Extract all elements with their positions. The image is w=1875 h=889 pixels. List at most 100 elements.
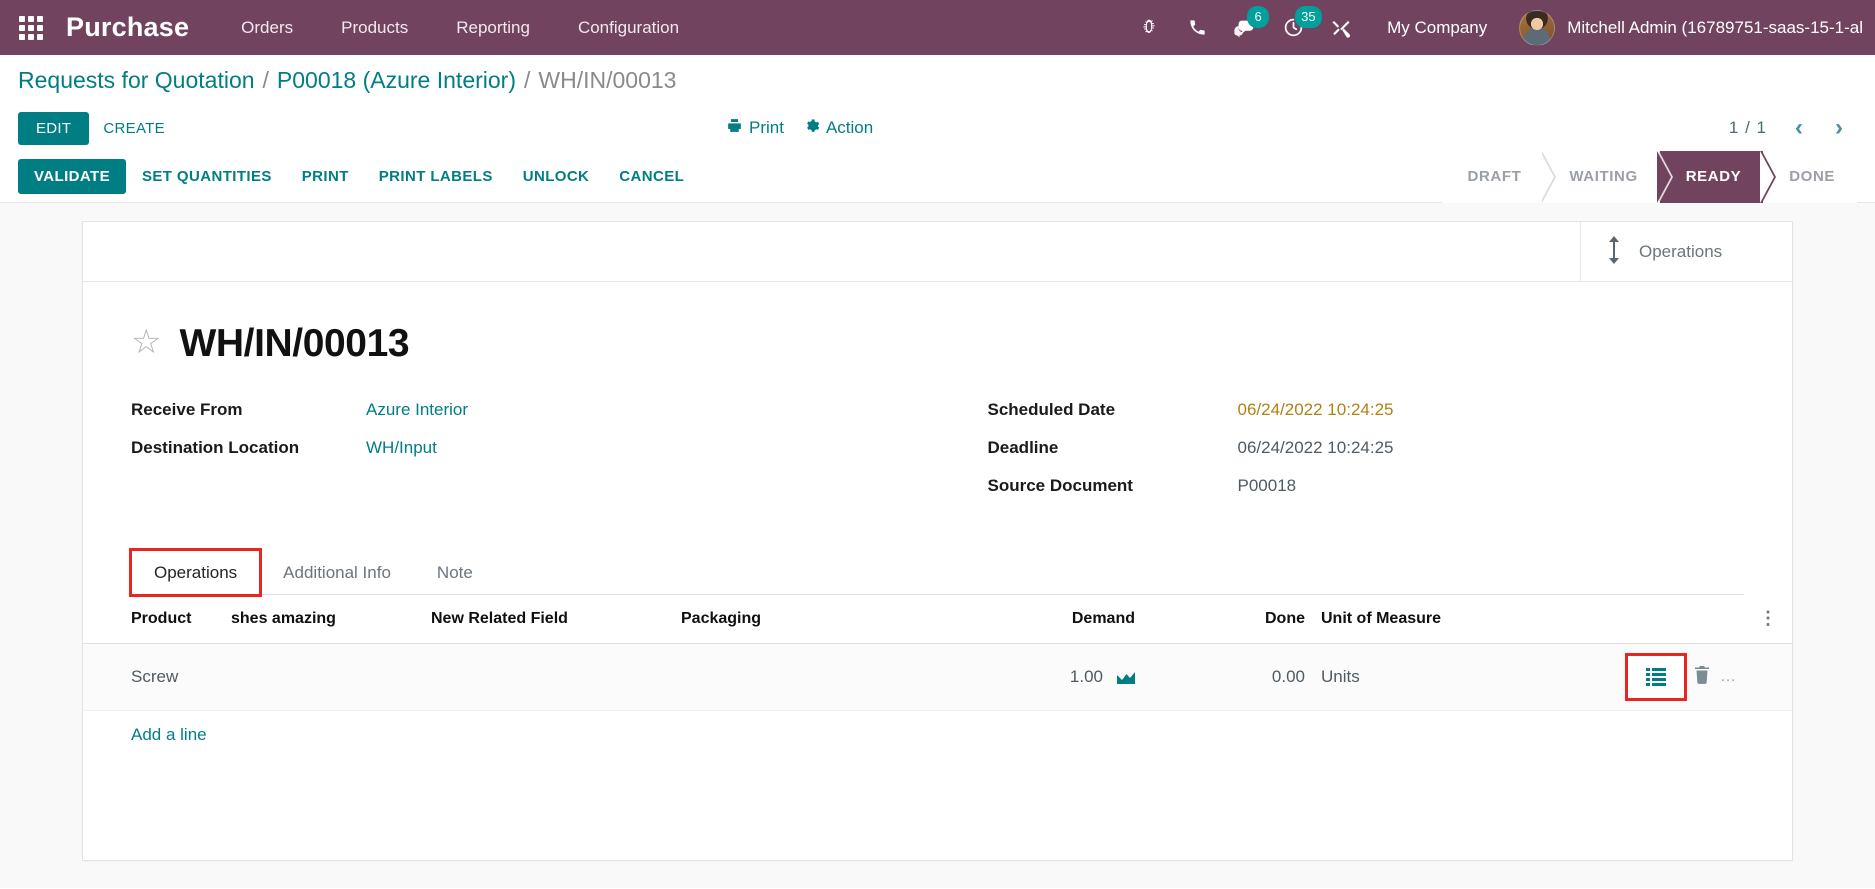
validate-button[interactable]: VALIDATE [18, 159, 126, 194]
menu-item-orders[interactable]: Orders [217, 0, 317, 55]
cell-packaging[interactable] [673, 643, 928, 711]
tab-note[interactable]: Note [414, 550, 496, 595]
print-menu[interactable]: Print [720, 113, 790, 143]
cell-demand-value: 1.00 [1069, 667, 1103, 686]
add-a-line-link[interactable]: Add a line [131, 725, 207, 744]
control-panel-actions: Print Action [720, 113, 879, 143]
column-header-new-related-field[interactable]: New Related Field [423, 595, 673, 644]
field-receive-from-value[interactable]: Azure Interior [366, 400, 468, 420]
messages-badge: 6 [1247, 6, 1270, 28]
pager: 1 / 1 ‹ › [1719, 111, 1857, 145]
form-sheet: Operations ☆ WH/IN/00013 Receive From Az… [82, 221, 1793, 861]
column-header-shes-amazing[interactable]: shes amazing [223, 595, 423, 644]
form-column-right: Scheduled Date 06/24/2022 10:24:25 Deadl… [938, 400, 1745, 514]
status-stage-done[interactable]: DONE [1760, 150, 1857, 203]
pager-next-button[interactable]: › [1821, 111, 1857, 145]
top-navbar: Purchase Orders Products Reporting Confi… [0, 0, 1875, 55]
edit-button[interactable]: EDIT [18, 111, 90, 145]
vertical-dots-icon: ⋮ [1759, 608, 1777, 628]
cell-product[interactable]: Screw [83, 643, 223, 711]
cell-shes-amazing[interactable] [223, 643, 423, 711]
cell-demand[interactable]: 1.00 [928, 643, 1143, 711]
action-menu[interactable]: Action [798, 114, 879, 143]
print-button[interactable]: PRINT [288, 159, 363, 194]
field-deadline-value: 06/24/2022 10:24:25 [1237, 438, 1394, 457]
create-button[interactable]: CREATE [89, 112, 179, 145]
trash-icon[interactable] [1694, 665, 1710, 689]
notebook-tabs: Operations Additional Info Note [128, 548, 1744, 597]
cell-row-actions: … [1453, 643, 1744, 711]
field-destination-location: Destination Location WH/Input [131, 438, 938, 458]
cancel-button[interactable]: CANCEL [605, 159, 698, 194]
bug-icon[interactable] [1125, 0, 1173, 55]
status-stage-waiting[interactable]: WAITING [1540, 150, 1660, 203]
cell-optional-spacer [1744, 643, 1792, 711]
breadcrumb-item-requests-for-quotation[interactable]: Requests for Quotation [18, 67, 255, 94]
cell-unit-of-measure[interactable]: Units [1313, 643, 1453, 711]
column-header-demand[interactable]: Demand [928, 595, 1143, 644]
optional-columns-dropdown[interactable]: ⋮ [1744, 595, 1792, 644]
company-switcher[interactable]: My Company [1365, 18, 1509, 38]
add-line-row[interactable]: Add a line [83, 710, 1792, 757]
status-stage-ready[interactable]: READY [1656, 150, 1764, 203]
field-source-document-label: Source Document [987, 476, 1133, 495]
field-receive-from-label: Receive From [131, 400, 243, 419]
row-actions-ellipsis: … [1720, 668, 1736, 685]
statusbar-buttons: VALIDATE SET QUANTITIES PRINT PRINT LABE… [18, 159, 698, 194]
control-panel: EDIT CREATE Print Action 1 / 1 ‹ › [0, 105, 1875, 151]
printer-icon [726, 117, 743, 139]
stat-button-operations[interactable]: Operations [1580, 222, 1792, 282]
status-stage-draft[interactable]: DRAFT [1441, 150, 1544, 203]
cell-new-related-field[interactable] [423, 643, 673, 711]
field-source-document-value: P00018 [1237, 476, 1297, 495]
breadcrumb-item-current: WH/IN/00013 [538, 66, 677, 93]
unlock-button[interactable]: UNLOCK [509, 159, 604, 194]
set-quantities-button[interactable]: SET QUANTITIES [128, 159, 286, 194]
record-title-row: ☆ WH/IN/00013 [131, 322, 1744, 366]
breadcrumb-separator: / [524, 66, 531, 93]
operations-table-body: Screw 1.00 0.00 Units … Add a line [83, 643, 1792, 757]
field-source-document: Source Document P00018 [988, 476, 1745, 496]
menu-item-reporting[interactable]: Reporting [432, 0, 554, 55]
form-fields-grid: Receive From Azure Interior Destination … [131, 400, 1744, 514]
menu-item-products[interactable]: Products [317, 0, 432, 55]
sheet-body: ☆ WH/IN/00013 Receive From Azure Interio… [83, 282, 1792, 597]
forecast-report-icon[interactable] [1117, 669, 1135, 685]
operations-lines-area: Product shes amazing New Related Field P… [83, 595, 1792, 797]
column-header-packaging[interactable]: Packaging [673, 595, 928, 644]
print-menu-label: Print [749, 118, 784, 137]
user-menu[interactable]: Mitchell Admin (16789751-saas-15-1-al [1509, 9, 1871, 46]
menu-item-configuration[interactable]: Configuration [554, 0, 703, 55]
tools-icon[interactable] [1317, 0, 1365, 55]
apps-grid-icon[interactable] [8, 0, 54, 55]
notebook: Operations Additional Info Note [128, 548, 1744, 597]
activities-clock-icon[interactable]: 35 [1269, 0, 1322, 55]
table-header-row: Product shes amazing New Related Field P… [83, 595, 1792, 644]
navbar-systray: 6 35 My Company Mitchell Admin (16789751… [1125, 0, 1875, 55]
detailed-operations-icon[interactable] [1638, 662, 1674, 692]
pager-previous-button[interactable]: ‹ [1781, 111, 1817, 145]
action-menu-label: Action [825, 118, 874, 137]
star-outline-icon[interactable]: ☆ [131, 325, 161, 359]
pager-count: 1 / 1 [1728, 118, 1767, 137]
print-labels-button[interactable]: PRINT LABELS [365, 159, 507, 194]
breadcrumb-item-purchase-order[interactable]: P00018 (Azure Interior) [277, 67, 516, 94]
status-stages: DRAFT WAITING READY DONE [1441, 150, 1857, 203]
field-deadline: Deadline 06/24/2022 10:24:25 [988, 438, 1745, 458]
field-deadline-label: Deadline [987, 438, 1059, 457]
tab-additional-info[interactable]: Additional Info [260, 550, 414, 595]
column-header-done[interactable]: Done [1143, 595, 1313, 644]
table-row[interactable]: Screw 1.00 0.00 Units … [83, 643, 1792, 711]
user-name-label: Mitchell Admin (16789751-saas-15-1-al [1567, 17, 1863, 37]
tab-operations[interactable]: Operations [128, 548, 263, 597]
column-header-unit-of-measure[interactable]: Unit of Measure [1313, 595, 1453, 644]
column-header-product[interactable]: Product [83, 595, 223, 644]
form-view-container: Operations ☆ WH/IN/00013 Receive From Az… [0, 203, 1875, 888]
stat-button-operations-label: Operations [1639, 242, 1723, 261]
messages-icon[interactable]: 6 [1221, 0, 1270, 55]
field-scheduled-date-value: 06/24/2022 10:24:25 [1237, 400, 1394, 419]
phone-icon[interactable] [1173, 0, 1221, 55]
field-destination-location-value[interactable]: WH/Input [366, 438, 437, 458]
app-brand-title[interactable]: Purchase [54, 12, 201, 43]
cell-done[interactable]: 0.00 [1143, 643, 1313, 711]
